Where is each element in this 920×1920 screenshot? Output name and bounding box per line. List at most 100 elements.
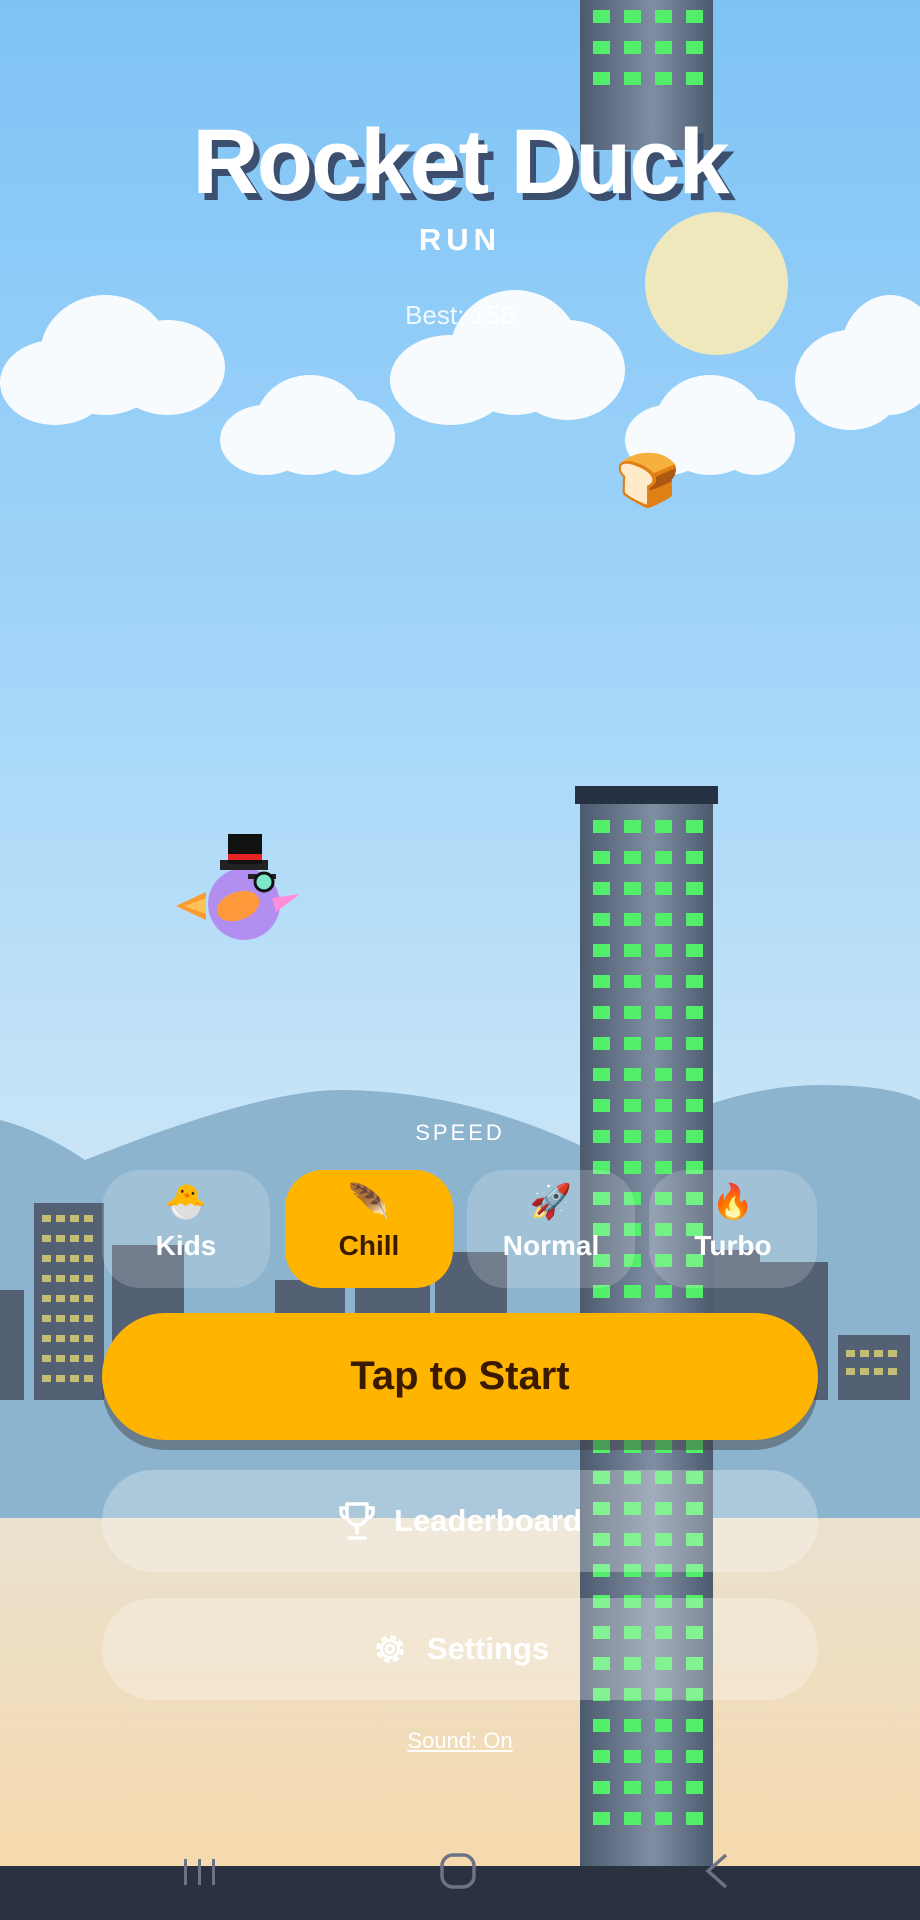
leaderboard-label: Leaderboard (394, 1503, 582, 1538)
tower-window (593, 1037, 610, 1050)
tower-window (655, 944, 672, 957)
tower-window (624, 820, 641, 833)
tower-window (593, 882, 610, 895)
bread-icon: 🍞 (615, 452, 680, 510)
speed-option-label: Chill (338, 1230, 400, 1261)
feather-icon: 🪶 (347, 1183, 391, 1221)
tower-window (686, 913, 703, 926)
tower-window (655, 1812, 672, 1825)
tower-window (624, 1161, 641, 1174)
tower-window (593, 851, 610, 864)
tower-window (655, 820, 672, 833)
tower-window (655, 1781, 672, 1794)
tower-window (624, 1812, 641, 1825)
trophy-icon (339, 1502, 375, 1540)
cloud (220, 375, 400, 485)
tower-window (655, 1099, 672, 1112)
tower-window (655, 41, 672, 54)
speed-option-label: Turbo (694, 1230, 772, 1261)
start-button[interactable]: Tap to Start (102, 1313, 818, 1440)
tower-window (593, 1812, 610, 1825)
speed-label: SPEED (415, 1120, 505, 1145)
city-building (34, 1203, 104, 1400)
tower-window (624, 72, 641, 85)
game-title: Rocket Duck (192, 111, 729, 213)
tower-window (655, 1068, 672, 1081)
tower-window (593, 975, 610, 988)
tower-window (686, 1812, 703, 1825)
fire-icon: 🔥 (711, 1183, 755, 1221)
tower-window (593, 913, 610, 926)
duck-player (176, 834, 300, 940)
tower-cap (575, 786, 718, 804)
tower-window (624, 975, 641, 988)
tower-window (593, 1440, 610, 1453)
tower-window (624, 1285, 641, 1298)
home-icon[interactable] (428, 1849, 488, 1899)
tower-window (624, 913, 641, 926)
tower-window (593, 41, 610, 54)
speed-option-label: Kids (155, 1230, 217, 1261)
tower-window (655, 1161, 672, 1174)
recent-apps-icon[interactable] (170, 1849, 230, 1899)
tower-window (686, 1440, 703, 1453)
tower-window (655, 1006, 672, 1019)
tower-window (686, 1781, 703, 1794)
tower-window (624, 10, 641, 23)
tower-window (686, 72, 703, 85)
tower-window (686, 851, 703, 864)
speed-option-turbo[interactable]: 🔥 Turbo (649, 1170, 817, 1288)
game-subtitle: RUN (418, 222, 502, 257)
tower-window (686, 882, 703, 895)
tower-window (593, 1781, 610, 1794)
speed-option-kids[interactable]: 🐣 Kids (102, 1170, 270, 1288)
settings-button[interactable]: Settings (102, 1598, 818, 1700)
tower-window (655, 851, 672, 864)
tower-window (655, 10, 672, 23)
sound-toggle[interactable]: Sound: On (0, 1728, 920, 1754)
tower-window (624, 944, 641, 957)
tower-window (686, 820, 703, 833)
tower-window (686, 41, 703, 54)
tower-window (624, 882, 641, 895)
tower-window (686, 10, 703, 23)
tower-window (624, 41, 641, 54)
tower-window (686, 944, 703, 957)
tower-window (624, 1781, 641, 1794)
chick-icon: 🐣 (164, 1183, 208, 1221)
speed-option-chill[interactable]: 🪶 Chill (285, 1170, 453, 1288)
tower-window (593, 820, 610, 833)
best-score: Best: 158 (405, 300, 515, 330)
tower-window (686, 1068, 703, 1081)
tower-window (593, 10, 610, 23)
tower-window (686, 1099, 703, 1112)
tower-window (655, 913, 672, 926)
tower-window (593, 944, 610, 957)
settings-label: Settings (426, 1631, 550, 1666)
tower-window (624, 1440, 641, 1453)
tower-window (686, 1006, 703, 1019)
back-icon[interactable] (686, 1849, 746, 1899)
tower-window (686, 975, 703, 988)
game-screen[interactable]: Rocket Duck RUN Best: 158 🍞 SPEED 🐣 Kids… (0, 0, 920, 1920)
city-building (0, 1290, 24, 1400)
tower-window (686, 1037, 703, 1050)
tower-window (655, 882, 672, 895)
tower-window (624, 1068, 641, 1081)
tower-window (593, 72, 610, 85)
tower-window (624, 1099, 641, 1112)
tower-window (655, 975, 672, 988)
tower-window (655, 72, 672, 85)
gear-icon (376, 1635, 404, 1663)
tower-window (655, 1285, 672, 1298)
tower-window (593, 1068, 610, 1081)
tower-window (624, 1037, 641, 1050)
speed-option-label: Normal (502, 1230, 600, 1261)
tower-window (624, 851, 641, 864)
tower-window (655, 1440, 672, 1453)
leaderboard-button[interactable]: Leaderboard (102, 1470, 818, 1572)
tower-window (593, 1006, 610, 1019)
tower-window (593, 1099, 610, 1112)
tower-window (655, 1037, 672, 1050)
speed-option-normal[interactable]: 🚀 Normal (467, 1170, 635, 1288)
